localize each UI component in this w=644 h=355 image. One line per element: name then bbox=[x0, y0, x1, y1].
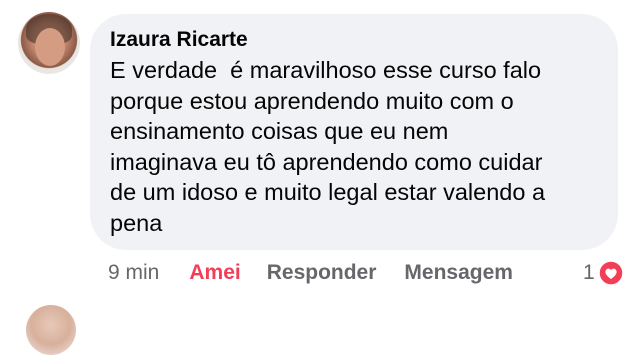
heart-icon bbox=[597, 260, 624, 286]
message-button[interactable]: Mensagem bbox=[404, 261, 513, 285]
comment-timestamp[interactable]: 9 min bbox=[108, 261, 159, 285]
reaction-count: 1 bbox=[583, 261, 595, 284]
reply-button[interactable]: Responder bbox=[267, 261, 377, 285]
avatar-face bbox=[35, 28, 65, 66]
next-comment-avatar[interactable] bbox=[26, 305, 76, 355]
comment-avatar[interactable] bbox=[18, 12, 80, 74]
react-button[interactable]: Amei bbox=[189, 261, 240, 285]
comment-actions: 9 min Amei Responder Mensagem bbox=[108, 258, 513, 288]
comment-author[interactable]: Izaura Ricarte bbox=[110, 27, 596, 53]
comment-bubble: Izaura Ricarte E verdade é maravilhoso e… bbox=[90, 14, 618, 250]
reaction-summary[interactable]: 1 bbox=[583, 258, 624, 288]
comment-text: E verdade é maravilhoso esse curso falo … bbox=[110, 57, 546, 236]
